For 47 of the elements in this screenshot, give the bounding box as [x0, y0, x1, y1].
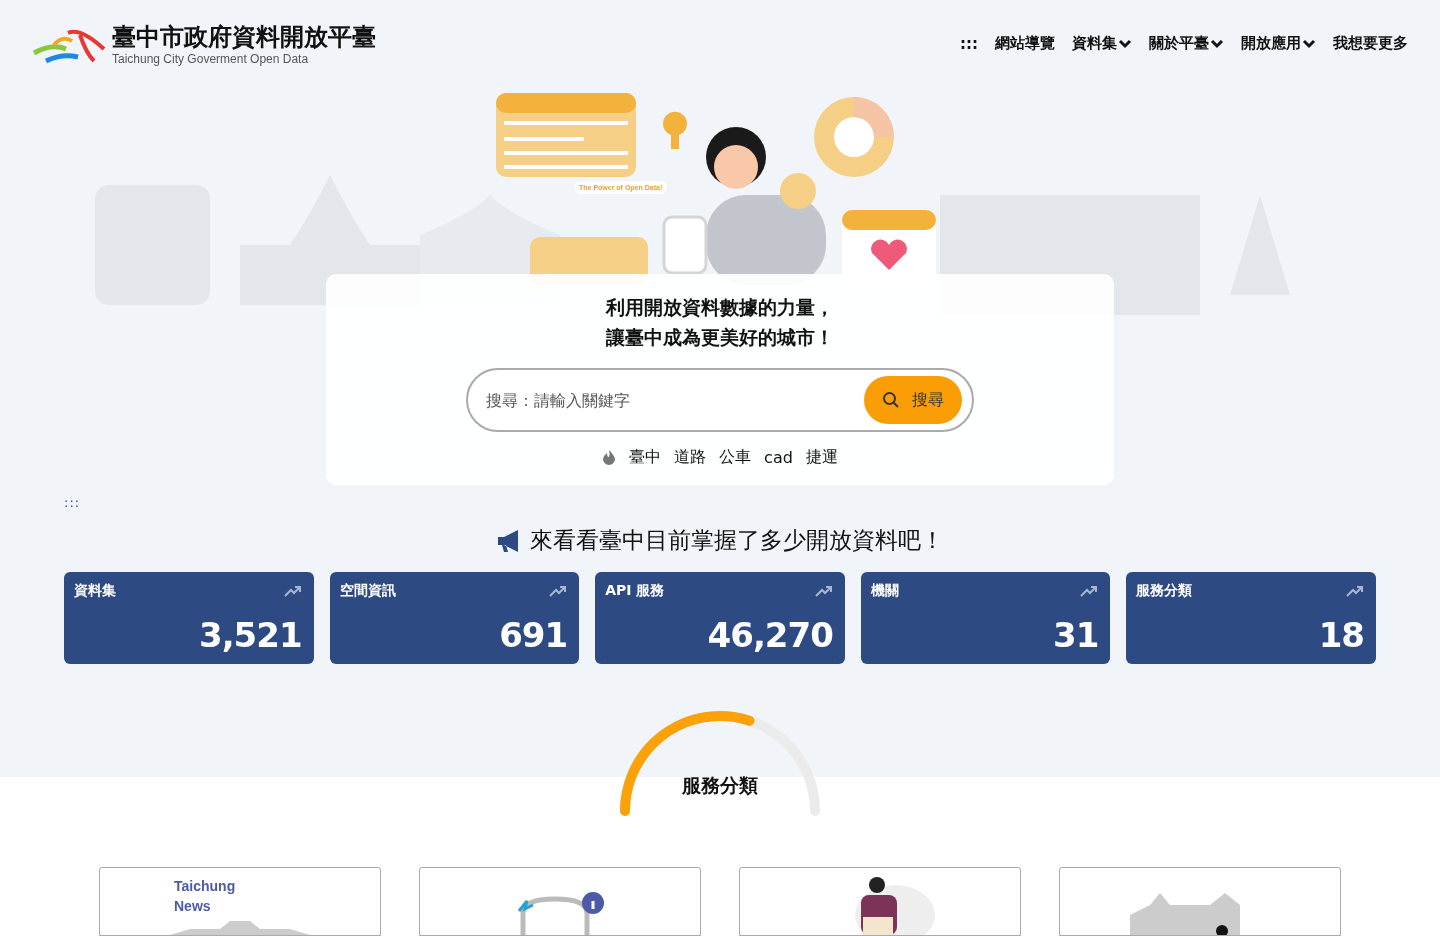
stat-value: 46,270 — [707, 616, 833, 654]
flame-icon — [602, 449, 617, 466]
stat-label: API 服務 — [605, 582, 665, 600]
slogan-text: 讓臺中成為更美好的城市！ — [606, 325, 834, 350]
nav-link[interactable]: 網站導覽 — [995, 34, 1055, 53]
keyword-link[interactable]: 捷運 — [805, 447, 838, 468]
trend-up-icon — [549, 585, 568, 597]
stat-card[interactable]: 空間資訊 691 — [329, 572, 580, 664]
search-button[interactable]: 搜尋 — [864, 376, 962, 424]
keyword-link[interactable]: cad — [764, 448, 793, 467]
stat-label: 機關 — [870, 582, 899, 600]
stat-value: 18 — [1318, 616, 1364, 654]
keyword-link[interactable]: 道路 — [674, 447, 707, 468]
stat-card[interactable]: 資料集 3,521 — [64, 572, 314, 664]
nav-link[interactable]: 資料集 — [1072, 34, 1132, 53]
keyword-link[interactable]: 臺中 — [629, 447, 662, 468]
stat-value: 691 — [499, 616, 568, 654]
section-heading: 來看看臺中目前掌握了多少開放資料吧！ — [530, 526, 944, 555]
trend-up-icon — [814, 585, 833, 597]
search-field[interactable]: 搜尋：請輸入關鍵字 搜尋 — [466, 368, 974, 432]
stat-label: 服務分類 — [1136, 582, 1193, 600]
stat-label: 資料集 — [74, 582, 116, 600]
stat-card[interactable]: API 服務 46,270 — [595, 572, 845, 664]
site-subtitle: Taichung City Goverment Open Data — [112, 51, 310, 66]
building-icon — [170, 921, 310, 935]
service-card[interactable] — [739, 867, 1021, 936]
stat-card[interactable]: 機關 31 — [860, 572, 1111, 664]
nav-link[interactable]: 開放應用 — [1241, 34, 1316, 53]
trend-up-icon — [1080, 585, 1099, 597]
stat-value: 3,521 — [199, 616, 302, 654]
stat-card[interactable]: 服務分類 18 — [1126, 572, 1376, 664]
section-heading: 服務分類 — [682, 773, 758, 798]
anchor-link[interactable]: ::: — [64, 495, 81, 510]
nav-link[interactable]: 我想要更多 — [1333, 34, 1408, 53]
news-caption: Taichung News — [174, 877, 236, 916]
site-title: 臺中市政府資料開放平臺 — [112, 21, 376, 52]
trend-up-icon — [1346, 585, 1364, 597]
stat-value: 31 — [1053, 616, 1099, 654]
service-card[interactable]: Taichung News — [99, 867, 381, 936]
search-icon — [882, 391, 900, 409]
stat-label: 空間資訊 — [339, 582, 396, 600]
nav-link[interactable]: 關於平臺 — [1149, 34, 1224, 53]
slogan-text: 利用開放資料數據的力量， — [606, 295, 834, 320]
nav-link[interactable]: ::: — [960, 34, 978, 53]
keyword-link[interactable]: 公車 — [719, 447, 752, 468]
bus-info-icon — [515, 891, 605, 935]
trend-up-icon — [283, 585, 302, 597]
